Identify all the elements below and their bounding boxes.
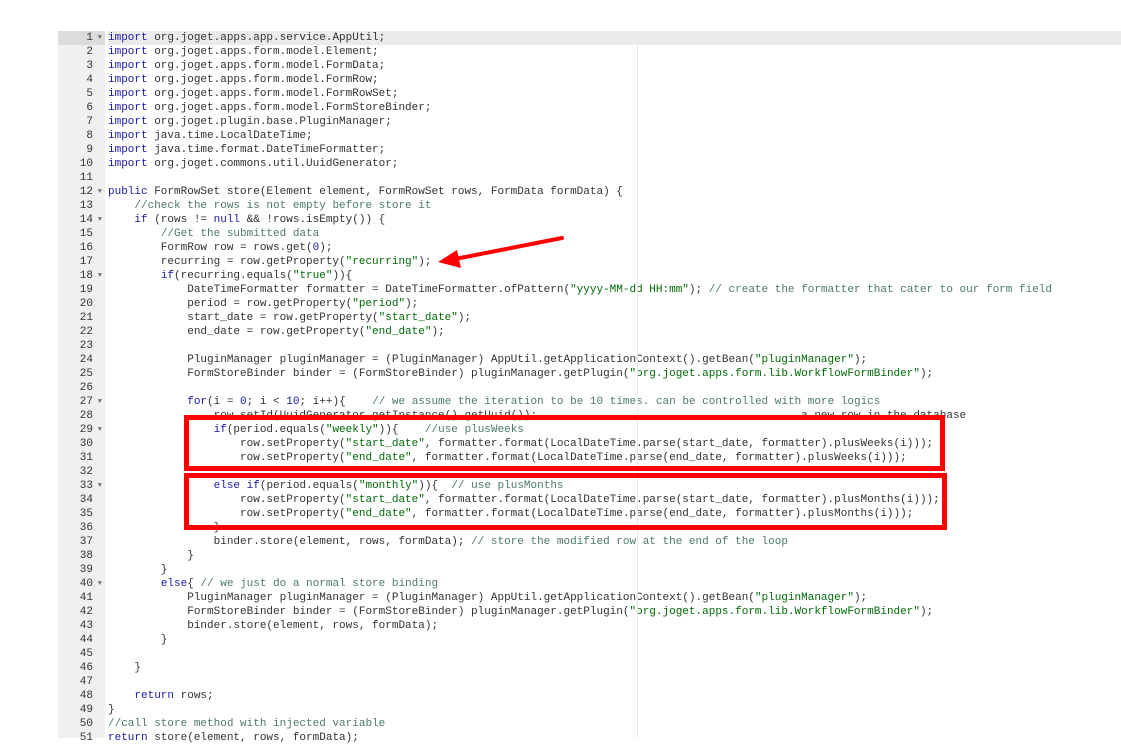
arrow-shaft bbox=[453, 236, 564, 261]
red-arrow-annotation bbox=[438, 236, 564, 268]
arrow-head bbox=[438, 250, 461, 268]
